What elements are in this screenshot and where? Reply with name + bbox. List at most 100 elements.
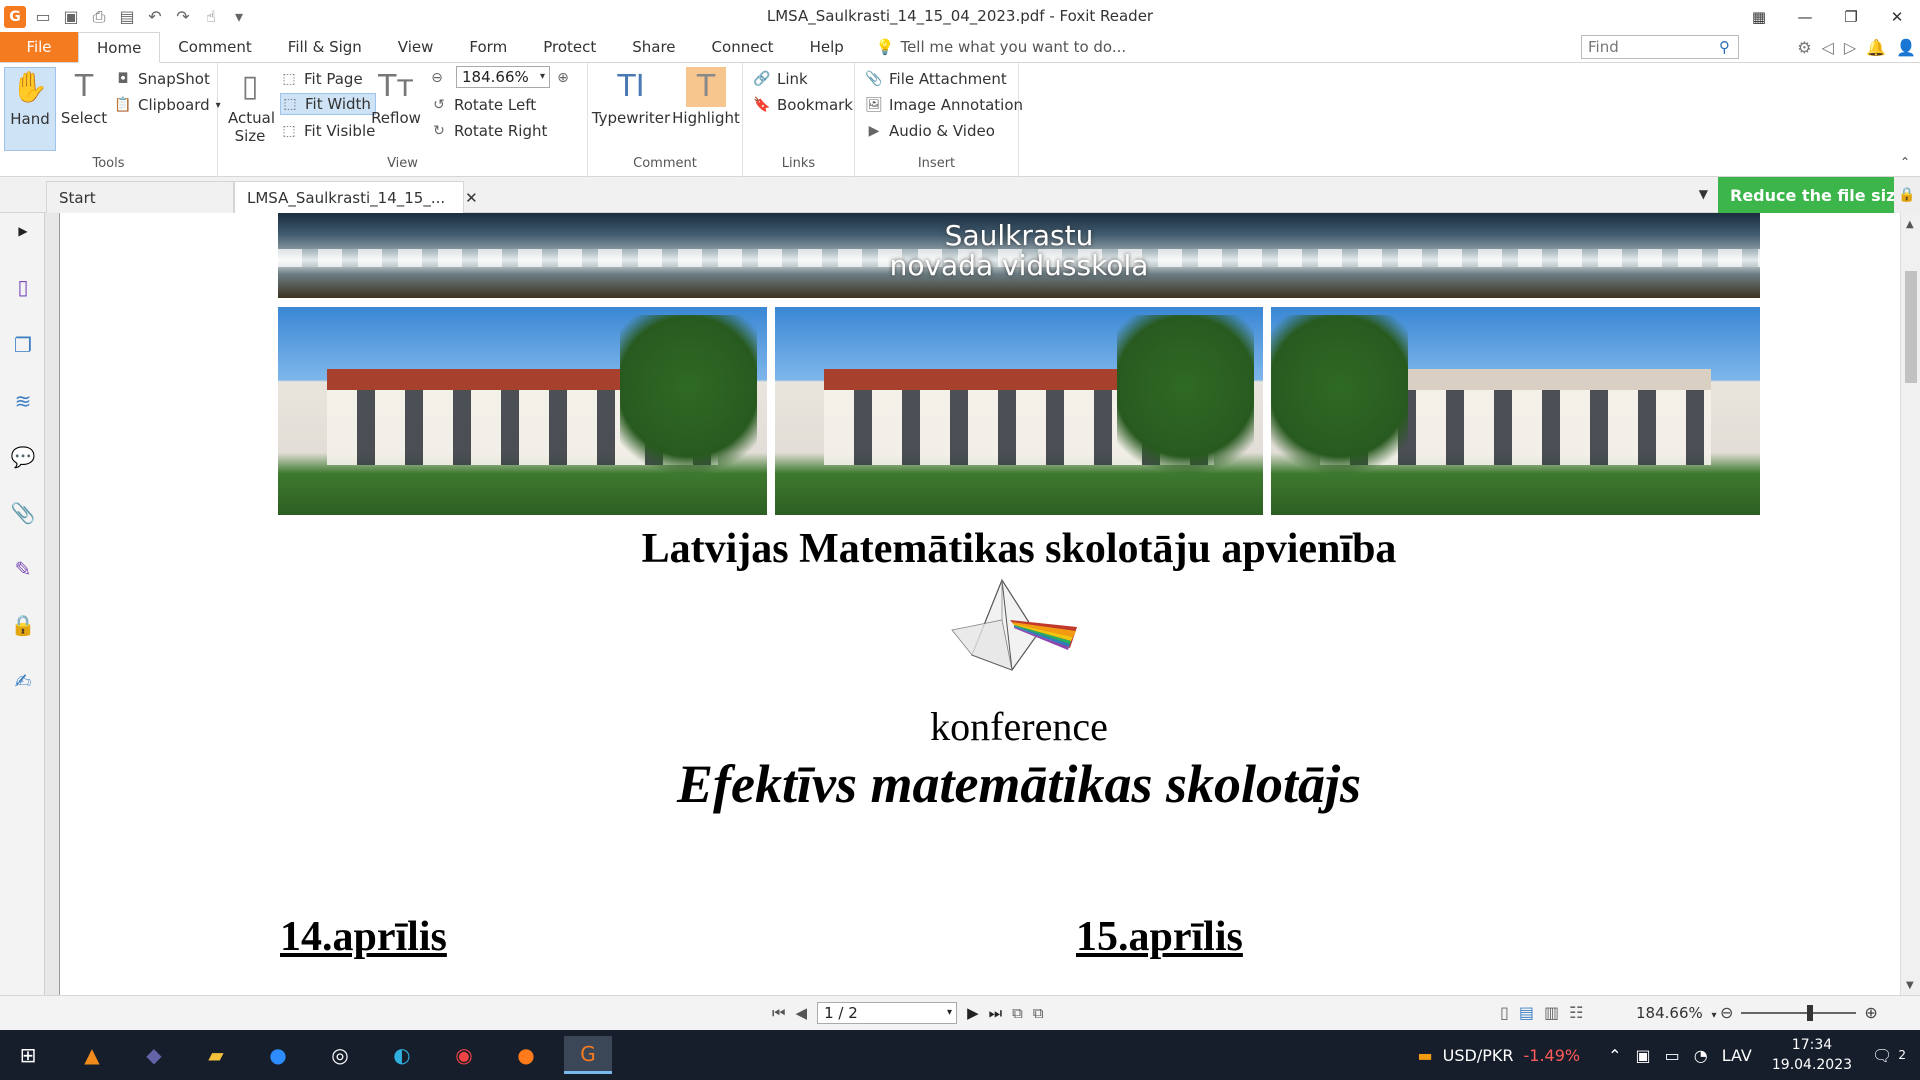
tab-connect[interactable]: Connect — [694, 32, 792, 62]
audio-video-button[interactable]: ▶ Audio & Video — [865, 120, 995, 142]
layout-icon[interactable]: ▦ — [1736, 0, 1782, 33]
device-icon[interactable]: ▣ — [1636, 1046, 1651, 1065]
redo-icon[interactable]: ↷ — [172, 6, 194, 28]
clipboard-button[interactable]: 📋 Clipboard ▾ — [114, 94, 220, 116]
zoom-app-icon[interactable]: ● — [254, 1036, 302, 1074]
tab-home[interactable]: Home — [78, 32, 161, 63]
certify-panel-icon[interactable]: ✍ — [10, 667, 36, 695]
previous-view-icon[interactable]: ⧉ — [1012, 1004, 1023, 1022]
tell-me-box[interactable]: 💡 Tell me what you want to do... — [862, 32, 1126, 62]
image-annotation-button[interactable]: 🖼 Image Annotation — [865, 94, 1023, 116]
bell-icon[interactable]: 🔔 — [1866, 38, 1886, 57]
save-icon[interactable]: ▣ — [60, 6, 82, 28]
facing-page-icon[interactable]: ▥ — [1544, 1003, 1559, 1022]
fit-visible-button[interactable]: ⬚ Fit Visible — [280, 120, 375, 142]
bookmark-button[interactable]: 🔖 Bookmark — [753, 94, 853, 116]
obs-icon[interactable]: ◎ — [316, 1036, 364, 1074]
highlight-button[interactable]: T Highlight — [672, 67, 740, 127]
tab-comment[interactable]: Comment — [160, 32, 270, 62]
windows-start-icon[interactable]: ⊞ — [4, 1036, 52, 1074]
scrollbar-thumb[interactable] — [1905, 271, 1917, 383]
zoom-slider-knob[interactable] — [1807, 1004, 1814, 1021]
hand-button[interactable]: ✋ Hand — [4, 67, 56, 151]
continuous-facing-icon[interactable]: ☷ — [1569, 1003, 1583, 1022]
fit-width-button[interactable]: ⬚ Fit Width — [280, 93, 376, 115]
rotate-left-button[interactable]: ↺ Rotate Left — [430, 94, 536, 116]
layers-panel-icon[interactable]: ≋ — [10, 387, 36, 415]
minimize-button[interactable]: — — [1782, 0, 1828, 33]
page-number-input[interactable]: 1 / 2 ▾ — [817, 1002, 958, 1024]
language-indicator[interactable]: LAV — [1722, 1046, 1752, 1065]
comments-panel-icon[interactable]: 💬 — [10, 443, 36, 471]
last-page-icon[interactable]: ⏭ — [989, 1004, 1003, 1022]
scroll-up-icon[interactable]: ▲ — [1906, 219, 1914, 230]
zoom-in-icon[interactable]: ⊕ — [1864, 1003, 1877, 1022]
first-page-icon[interactable]: ⏮ — [772, 1004, 786, 1022]
tab-view[interactable]: View — [380, 32, 452, 62]
notification-icon[interactable]: 🗨 — [1872, 1046, 1892, 1065]
scroll-down-icon[interactable]: ▼ — [1906, 980, 1914, 991]
settings-icon[interactable]: ⚙ — [1797, 38, 1811, 57]
reflow-button[interactable]: Tт Reflow — [371, 67, 421, 128]
tab-protect[interactable]: Protect — [525, 32, 614, 62]
clock[interactable]: 17:34 19.04.2023 — [1772, 1035, 1852, 1075]
undo-icon[interactable]: ↶ — [144, 6, 166, 28]
attachments-panel-icon[interactable]: 📎 — [10, 499, 36, 527]
zoom-out-icon[interactable]: ⊖ — [1720, 1003, 1733, 1022]
link-button[interactable]: 🔗 Link — [753, 68, 807, 90]
find-input[interactable]: Find ⚲ — [1581, 35, 1739, 59]
single-page-icon[interactable]: ▯ — [1500, 1003, 1509, 1022]
expand-panel-icon[interactable]: ▶ — [10, 217, 36, 245]
wifi-icon[interactable]: ◔ — [1694, 1046, 1708, 1065]
zoom-in-button[interactable]: ⊕ — [554, 67, 572, 89]
previous-page-icon[interactable]: ◀ — [796, 1004, 808, 1022]
fit-page-button[interactable]: ⬚ Fit Page — [280, 68, 362, 90]
tab-fill-sign[interactable]: Fill & Sign — [270, 32, 380, 62]
pages-panel-icon[interactable]: ❐ — [10, 331, 36, 359]
close-button[interactable]: ✕ — [1874, 0, 1920, 33]
foxit-logo-icon[interactable]: G — [4, 5, 26, 28]
print-icon[interactable]: ⎙ — [88, 6, 110, 28]
customize-dropdown-icon[interactable]: ▾ — [228, 6, 250, 28]
collapse-ribbon-icon[interactable]: ⌃ — [1900, 155, 1910, 169]
foxit-taskbar-icon[interactable]: G — [564, 1036, 612, 1074]
typewriter-button[interactable]: TI Typewriter — [592, 67, 670, 128]
actual-size-button[interactable]: ▯ Actual Size — [228, 67, 275, 146]
snapshot-button[interactable]: ◘ SnapShot — [114, 68, 209, 90]
reduce-file-size-button[interactable]: Reduce the file size 🔒 — [1718, 177, 1920, 213]
file-attachment-button[interactable]: 📎 File Attachment — [865, 68, 1007, 90]
next-view-icon[interactable]: ⧉ — [1033, 1004, 1044, 1022]
battery-icon[interactable]: ▭ — [1665, 1046, 1680, 1065]
signatures-panel-icon[interactable]: ✎ — [10, 555, 36, 583]
continuous-page-icon[interactable]: ▤ — [1519, 1003, 1534, 1022]
vlc-icon[interactable]: ▲ — [68, 1036, 116, 1074]
zoom-slider-track[interactable] — [1741, 1004, 1857, 1021]
rotate-right-button[interactable]: ↻ Rotate Right — [430, 120, 547, 142]
back-icon[interactable]: ◁ — [1822, 38, 1834, 57]
forward-icon[interactable]: ▷ — [1844, 38, 1856, 57]
tab-document[interactable]: LMSA_Saulkrasti_14_15_... ✕ — [234, 181, 478, 213]
teams-icon[interactable]: ◆ — [130, 1036, 178, 1074]
edge-icon[interactable]: ◐ — [378, 1036, 426, 1074]
currency-label[interactable]: USD/PKR — [1443, 1046, 1514, 1065]
firefox-icon[interactable]: ● — [502, 1036, 550, 1074]
tab-help[interactable]: Help — [792, 32, 862, 62]
properties-icon[interactable]: ▤ — [116, 6, 138, 28]
vertical-scrollbar[interactable]: ▲ ▼ — [1900, 213, 1920, 995]
tabs-dropdown-icon[interactable]: ▼ — [1699, 187, 1708, 201]
document-view[interactable]: Saulkrastu novada vidusskola Latvijas Ma… — [60, 213, 1900, 995]
zoom-select[interactable]: 184.66% ▾ — [456, 66, 550, 88]
restore-button[interactable]: ❐ — [1828, 0, 1874, 33]
chrome-icon[interactable]: ◉ — [440, 1036, 488, 1074]
file-explorer-icon[interactable]: ▰ — [192, 1036, 240, 1074]
security-panel-icon[interactable]: 🔒 — [10, 611, 36, 639]
tab-file[interactable]: File — [0, 32, 78, 62]
panel-splitter[interactable] — [45, 213, 60, 995]
tab-start[interactable]: Start — [46, 181, 234, 213]
tab-share[interactable]: Share — [614, 32, 693, 62]
bookmarks-panel-icon[interactable]: ▯ — [10, 273, 36, 301]
tab-form[interactable]: Form — [451, 32, 525, 62]
zoom-out-button[interactable]: ⊖ — [428, 67, 446, 89]
account-icon[interactable]: 👤 — [1896, 38, 1916, 57]
open-icon[interactable]: ▭ — [32, 6, 54, 28]
